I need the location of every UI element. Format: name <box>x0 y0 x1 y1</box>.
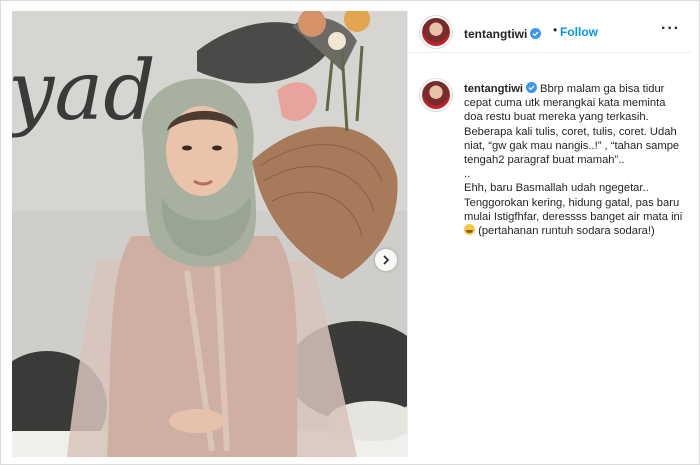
post-caption: tentangtiwi Bbrp malam ga bisa tidur cepa… <box>464 82 684 238</box>
instagram-post-card: yad tentangtiwi • Follow ··· tentangtiwi… <box>0 0 700 465</box>
header-username-wrap: tentangtiwi <box>464 25 542 43</box>
post-side-panel: tentangtiwi • Follow ··· tentangtiwi Bbrp… <box>407 11 692 457</box>
caption-text-5: (pertahanan runtuh sodara sodara!) <box>478 225 655 238</box>
photo-illustration: yad <box>12 11 407 457</box>
caption-username[interactable]: tentangtiwi <box>464 83 523 95</box>
header-username[interactable]: tentangtiwi <box>464 27 527 41</box>
post-header: tentangtiwi • Follow ··· <box>408 11 692 53</box>
caption-text-3: .. <box>464 168 471 181</box>
caption-text-4: Ehh, baru Basmallah udah ngegetar.. Teng… <box>464 182 683 223</box>
header-separator: • <box>553 23 558 37</box>
caption-line-4: Ehh, baru Basmallah udah ngegetar.. Teng… <box>464 181 684 238</box>
follow-button[interactable]: Follow <box>560 25 598 39</box>
more-options-icon[interactable]: ··· <box>661 20 680 38</box>
chevron-right-icon <box>383 255 390 265</box>
next-photo-button[interactable] <box>375 249 397 271</box>
avatar[interactable] <box>420 16 452 48</box>
caption-avatar[interactable] <box>420 79 452 111</box>
verified-badge-icon <box>526 82 538 93</box>
caption-text-2: Beberapa kali tulis, coret, tulis, coret… <box>464 125 680 167</box>
crying-laughing-emoji-icon <box>464 224 475 236</box>
caption-line-1: tentangtiwi Bbrp malam ga bisa tidur cepa… <box>464 82 684 125</box>
verified-badge-icon <box>530 28 542 39</box>
sign-text: yad <box>12 44 156 139</box>
post-photo[interactable]: yad <box>12 11 407 457</box>
